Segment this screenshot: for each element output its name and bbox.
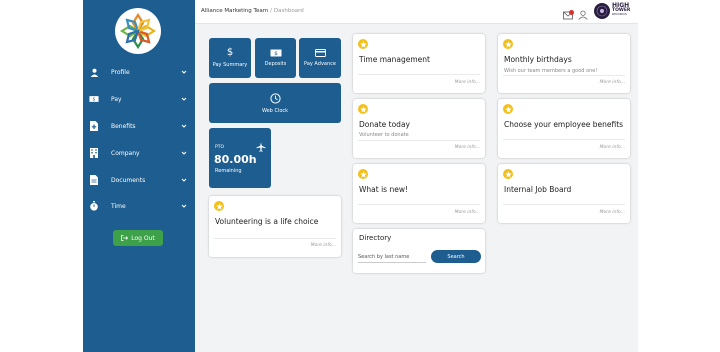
sidebar-item-label: Benefits: [111, 122, 136, 130]
chevron-down-icon: [181, 151, 187, 155]
card-title: Donate today: [359, 120, 410, 129]
card-title: Monthly birthdays: [504, 55, 572, 64]
mail-badge: 5: [570, 4, 573, 8]
pto-tile[interactable]: PTO 80.00h Remaining: [209, 128, 271, 188]
more-info-link[interactable]: More info...: [455, 145, 480, 150]
svg-text:$: $: [93, 97, 96, 103]
card-divider: [358, 74, 480, 75]
star-icon: [214, 201, 224, 211]
money-icon: $: [270, 49, 281, 57]
card-divider: [358, 140, 480, 141]
deposits-tile[interactable]: $ Deposits: [255, 38, 296, 78]
sidebar-item-label: Company: [111, 149, 140, 157]
sidebar-item-label: Documents: [111, 176, 146, 184]
more-info-link[interactable]: More info...: [600, 80, 625, 85]
card-title: Internal Job Board: [504, 185, 572, 194]
directory-search-button[interactable]: Search: [431, 250, 481, 263]
card-subtitle: Wish our team members a good one!: [504, 68, 598, 74]
card-title: Choose your employee benefits: [504, 120, 624, 129]
time-management-card[interactable]: Time management More info...: [353, 34, 485, 93]
stopwatch-icon: [89, 201, 99, 211]
star-icon: [503, 169, 513, 179]
card-divider: [503, 75, 625, 76]
pto-remaining: Remaining: [215, 168, 242, 174]
star-icon: [503, 39, 513, 49]
monthly-birthdays-card[interactable]: Monthly birthdays Wish our team members …: [498, 34, 630, 93]
card-title: What is new!: [359, 185, 408, 194]
logout-button[interactable]: Log Out: [113, 230, 163, 246]
employee-benefits-card[interactable]: Choose your employee benefits More info.…: [498, 99, 630, 158]
star-icon: [503, 104, 513, 114]
pay-advance-tile[interactable]: Pay Advance: [299, 38, 341, 78]
user-icon[interactable]: [578, 5, 588, 24]
chevron-down-icon: [181, 70, 187, 74]
pay-summary-tile[interactable]: $ Pay Summary: [209, 38, 251, 78]
more-info-link[interactable]: More info...: [600, 210, 625, 215]
tile-label: Web Clock: [261, 107, 289, 114]
chevron-down-icon: [181, 178, 187, 182]
sidebar-item-label: Pay: [111, 95, 122, 103]
volunteering-card[interactable]: Volunteering is a life choice More info.…: [209, 196, 341, 257]
web-clock-tile[interactable]: Web Clock: [209, 83, 341, 123]
star-icon: [358, 169, 368, 179]
tile-label: Deposits: [264, 61, 287, 67]
chevron-down-icon: [181, 124, 187, 128]
card-divider: [503, 204, 625, 205]
sidebar-item-label: Profile: [111, 68, 130, 76]
clock-icon: [269, 92, 281, 104]
company-logo: [115, 8, 161, 54]
svg-text:$: $: [274, 51, 278, 57]
card-title: Time management: [359, 55, 430, 64]
chevron-down-icon: [181, 204, 187, 208]
high-tower-logo-text: HIGH TOWER RECORDS: [612, 2, 631, 16]
sidebar-item-profile[interactable]: Profile: [83, 62, 195, 82]
money-icon: $: [89, 94, 99, 104]
document-icon: [89, 175, 99, 185]
building-icon: [89, 148, 99, 158]
tile-label: Pay Summary: [212, 62, 248, 68]
pto-hours: 80.00h: [214, 153, 257, 166]
card-divider: [358, 204, 480, 205]
logout-icon: [121, 235, 129, 241]
sidebar-item-benefits[interactable]: Benefits: [83, 116, 195, 136]
breadcrumb-separator: /: [270, 8, 272, 14]
star-icon: [358, 39, 368, 49]
star-icon: [358, 104, 368, 114]
card-divider: [214, 238, 336, 239]
sidebar-item-documents[interactable]: Documents: [83, 170, 195, 190]
breadcrumb-current: Dashboard: [273, 8, 304, 14]
more-info-link[interactable]: More info...: [455, 80, 480, 85]
more-info-link[interactable]: More info...: [311, 243, 336, 248]
card-divider: [503, 139, 625, 140]
card-subtitle: Volunteer to donate: [359, 132, 409, 138]
tile-label: Pay Advance: [304, 61, 336, 67]
breadcrumb: Alliance Marketing Team / Dashboard: [201, 8, 304, 14]
card-title: Volunteering is a life choice: [215, 217, 319, 226]
what-is-new-card[interactable]: What is new! More info...: [353, 164, 485, 223]
sidebar-item-company[interactable]: Company: [83, 143, 195, 163]
more-info-link[interactable]: More info...: [455, 210, 480, 215]
logout-label: Log Out: [131, 234, 155, 242]
chevron-down-icon: [181, 97, 187, 101]
sidebar-item-pay[interactable]: $ Pay: [83, 89, 195, 109]
benefits-icon: [89, 121, 99, 131]
person-icon: [89, 67, 99, 77]
sidebar-item-time[interactable]: Time: [83, 196, 195, 216]
donate-today-card[interactable]: Donate today Volunteer to donate More in…: [353, 99, 485, 158]
internal-job-board-card[interactable]: Internal Job Board More info...: [498, 164, 630, 223]
directory-title: Directory: [359, 234, 392, 242]
more-info-link[interactable]: More info...: [600, 145, 625, 150]
pto-label: PTO: [215, 145, 225, 150]
directory-search-input[interactable]: [358, 251, 426, 263]
breadcrumb-company[interactable]: Alliance Marketing Team: [201, 8, 268, 14]
sidebar-item-label: Time: [111, 202, 126, 210]
airplane-icon: [256, 142, 266, 152]
dollar-icon: $: [226, 47, 234, 58]
credit-card-icon: [314, 49, 326, 57]
company-logo-icon: [119, 12, 157, 50]
